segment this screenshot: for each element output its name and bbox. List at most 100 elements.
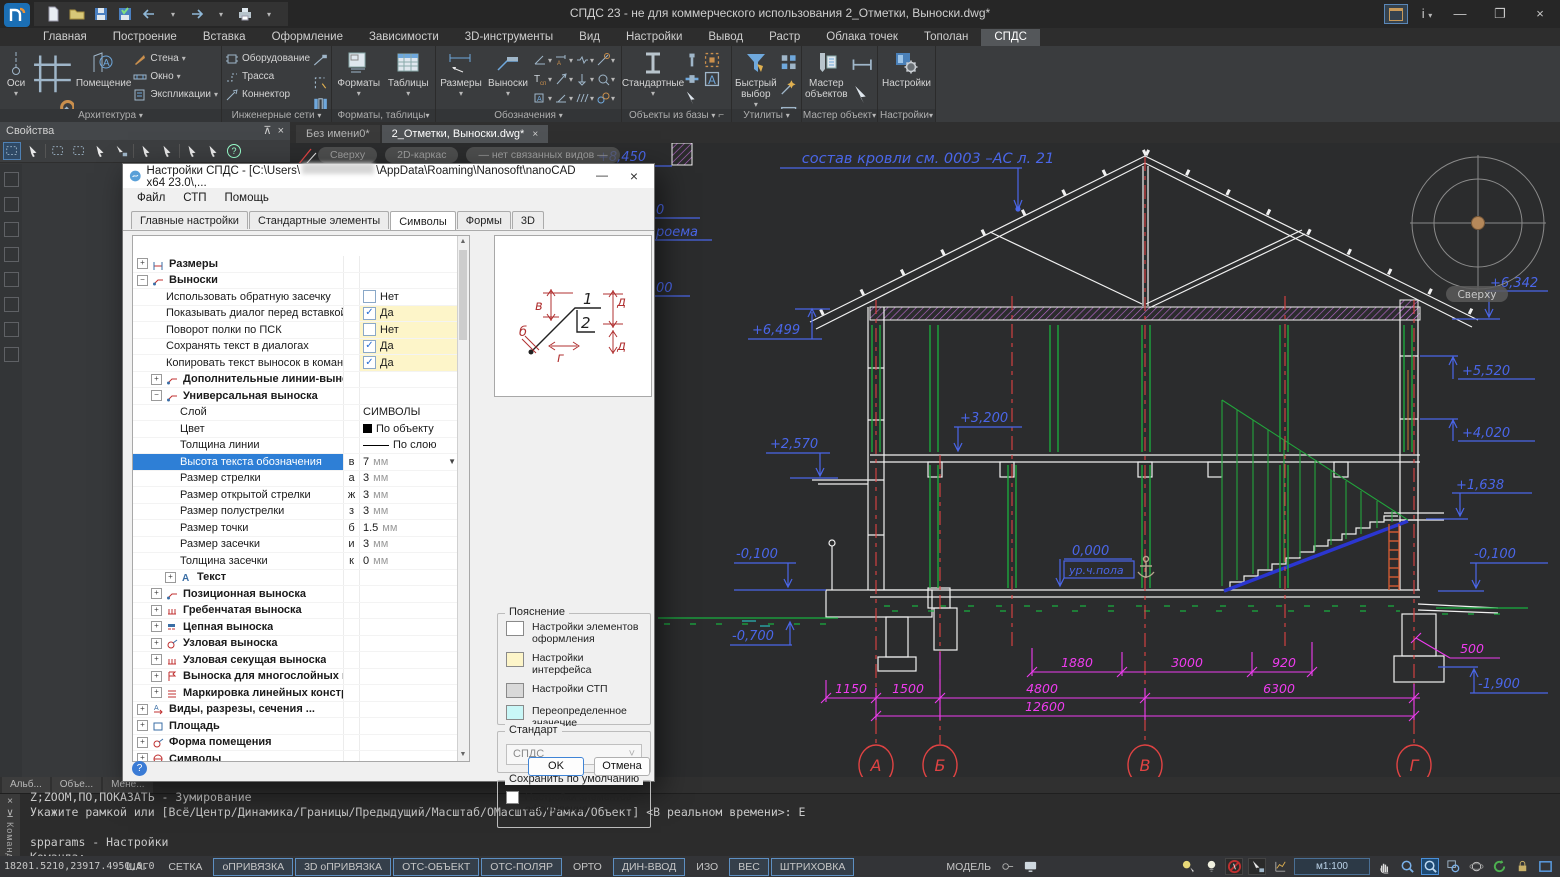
tree-row[interactable]: +Узловая секущая выноска (133, 652, 458, 669)
tree-row[interactable]: +Выноска для многослойных кс (133, 669, 458, 686)
tree-value-cell[interactable] (359, 685, 458, 701)
tree-value-cell[interactable] (359, 652, 458, 668)
tree-label-cell[interactable]: Использовать обратную засечку (133, 289, 343, 305)
tree-row[interactable]: Цвет По объекту (133, 421, 458, 438)
settings-tree[interactable]: +Размеры−ВыноскиИспользовать обратную за… (132, 235, 470, 762)
leaders-button[interactable]: Выноски▾ (485, 48, 531, 108)
tree-row[interactable]: Размер полустрелкиз3мм (133, 504, 458, 521)
toggle-оПРИВЯЗКА[interactable]: оПРИВЯЗКА (213, 858, 293, 876)
value-checkbox[interactable] (363, 290, 376, 303)
view-label-icon[interactable]: A (533, 91, 547, 105)
dialog-tab-Стандартные элементы[interactable]: Стандартные элементы (249, 211, 389, 229)
panel-label-formats[interactable]: Форматы, таблицы▾ (332, 109, 435, 122)
minimize-button[interactable]: — (1440, 0, 1480, 28)
ribbon-tab-Вид[interactable]: Вид (566, 29, 613, 46)
ribbon-tab-Тополан[interactable]: Тополан (911, 29, 981, 46)
save-as-icon[interactable] (116, 5, 134, 23)
tree-row[interactable]: +Позиционная выноска (133, 586, 458, 603)
panel-label-settings[interactable]: Настройки▾ (878, 109, 935, 122)
tree-expander[interactable]: + (151, 588, 162, 599)
tree-row[interactable]: Толщина засечкик0мм (133, 553, 458, 570)
tree-label-cell[interactable]: Цвет (133, 421, 343, 437)
dimensions-button[interactable]: Размеры▾ (439, 48, 483, 108)
tree-label-cell[interactable]: −Универсальная выноска (133, 388, 343, 404)
select-plus-icon[interactable] (3, 142, 21, 160)
tree-row[interactable]: Использовать обратную засечкуНет (133, 289, 458, 306)
regen-icon[interactable] (1490, 858, 1508, 875)
scale-list-icon[interactable] (1271, 858, 1289, 875)
tree-row[interactable]: +Маркировка линейных констр (133, 685, 458, 702)
group-select-icon[interactable] (703, 51, 721, 69)
object-master-button[interactable]: Мастер объектов (805, 48, 848, 108)
viewport-control-pill[interactable]: 2D-каркас (385, 147, 458, 163)
tree-row[interactable]: Копировать текст выносок в коман✓Да (133, 355, 458, 372)
master-pick-icon[interactable] (850, 81, 874, 108)
tree-expander[interactable]: + (151, 671, 162, 682)
pick-part-icon[interactable] (683, 89, 701, 107)
tree-row[interactable]: Размер точкиб1.5мм (133, 520, 458, 537)
command-line-panel[interactable]: × ⊻ Команд Z;ZOOM,ПО,ПОКАЗАТЬ - Зумирова… (0, 793, 1560, 857)
toggle-ШАГ[interactable]: ШАГ (117, 858, 157, 876)
level-mark-icon[interactable] (575, 72, 589, 86)
tree-row[interactable]: +Гребенчатая выноска (133, 603, 458, 620)
tree-row[interactable]: Высота текста обозначенияв7мм▼ (133, 454, 458, 471)
tree-value-cell[interactable]: 1.5мм (359, 520, 458, 536)
tree-row[interactable]: −Универсальная выноска (133, 388, 458, 405)
value-checkbox[interactable]: ✓ (363, 340, 376, 353)
model-lock-icon[interactable] (998, 858, 1016, 875)
master-dim-icon[interactable] (850, 51, 874, 78)
tree-label-cell[interactable]: +Гребенчатая выноска (133, 603, 343, 619)
tree-expander[interactable]: + (137, 258, 148, 269)
tree-row[interactable]: −Выноски (133, 273, 458, 290)
tree-expander[interactable]: + (151, 374, 162, 385)
close-button[interactable]: × (1520, 0, 1560, 28)
dialog-tab-Главные настройки[interactable]: Главные настройки (131, 211, 248, 229)
tree-row[interactable]: +Символы (133, 751, 458, 762)
viewport-control-pill[interactable]: Сверху (318, 147, 377, 163)
document-tab[interactable]: 2_Отметки, Выноски.dwg*× (382, 125, 549, 143)
tree-label-cell[interactable]: Показывать диалог перед вставкой (133, 306, 343, 322)
tree-expander[interactable]: − (137, 275, 148, 286)
toggle-ШТРИХОВКА[interactable]: ШТРИХОВКА (771, 858, 855, 876)
command-history[interactable]: Z;ZOOM,ПО,ПОКАЗАТЬ - ЗумированиеУкажите … (30, 790, 1556, 865)
palette-strip-icon[interactable] (4, 322, 19, 337)
quick-select-button[interactable]: Быстрый выбор▾ (735, 48, 777, 108)
tree-row[interactable]: Показывать диалог перед вставкой✓Да (133, 306, 458, 323)
tree-row[interactable]: +Узловая выноска (133, 636, 458, 653)
panel-label-symbols[interactable]: Обозначения ▾ (436, 109, 621, 122)
panel-label-networks[interactable]: Инженерные сети ▾ (222, 109, 331, 122)
tree-value-cell[interactable] (359, 702, 458, 718)
dialog-title-bar[interactable]: Настройки СПДС - [C:\Users\\AppData\Roam… (123, 164, 654, 188)
tree-value-cell[interactable]: ✓Да (359, 355, 458, 371)
tree-value-cell[interactable]: СИМВОЛЫ (359, 405, 458, 421)
scroll-thumb[interactable] (459, 250, 467, 340)
tree-expander[interactable]: + (151, 654, 162, 665)
ribbon-tab-СПДС[interactable]: СПДС (981, 29, 1040, 46)
connector-button[interactable]: Коннектор (225, 87, 310, 102)
tree-label-cell[interactable]: Толщина линии (133, 438, 343, 454)
tree-value-cell[interactable]: 3мм (359, 537, 458, 553)
tree-value-cell[interactable] (359, 570, 458, 586)
help-icon[interactable]: ? (225, 142, 243, 160)
tree-label-cell[interactable]: +Позиционная выноска (133, 586, 343, 602)
menu-СТП[interactable]: СТП (175, 191, 214, 205)
tree-row[interactable]: +AВиды, разрезы, сечения ... (133, 702, 458, 719)
tree-value-cell[interactable] (359, 619, 458, 635)
ribbon-tab-Облака точек[interactable]: Облака точек (813, 29, 911, 46)
toggle-ВЕС[interactable]: ВЕС (729, 858, 769, 876)
tree-label-cell[interactable]: +Маркировка линейных констр (133, 685, 343, 701)
tree-value-cell[interactable]: ✓Да (359, 339, 458, 355)
net-tool-1-icon[interactable] (312, 51, 328, 70)
dialog-tab-Символы[interactable]: Символы (390, 211, 456, 230)
nanocad-logo-icon[interactable] (4, 3, 30, 27)
axes-button[interactable]: Оси▾ (3, 48, 29, 108)
tree-label-cell[interactable]: +AВиды, разрезы, сечения ... (133, 702, 343, 718)
palette-close-icon[interactable]: × (278, 125, 284, 137)
tree-value-cell[interactable]: По объекту (359, 421, 458, 437)
tree-label-cell[interactable]: Размер стрелки (133, 471, 343, 487)
scale-display[interactable]: м1:100 (1294, 858, 1370, 875)
bulb-icon[interactable] (1202, 858, 1220, 875)
tree-value-cell[interactable]: По слою (359, 438, 458, 454)
pan-hand-icon[interactable] (1375, 858, 1393, 875)
forward-icon[interactable] (188, 5, 206, 23)
